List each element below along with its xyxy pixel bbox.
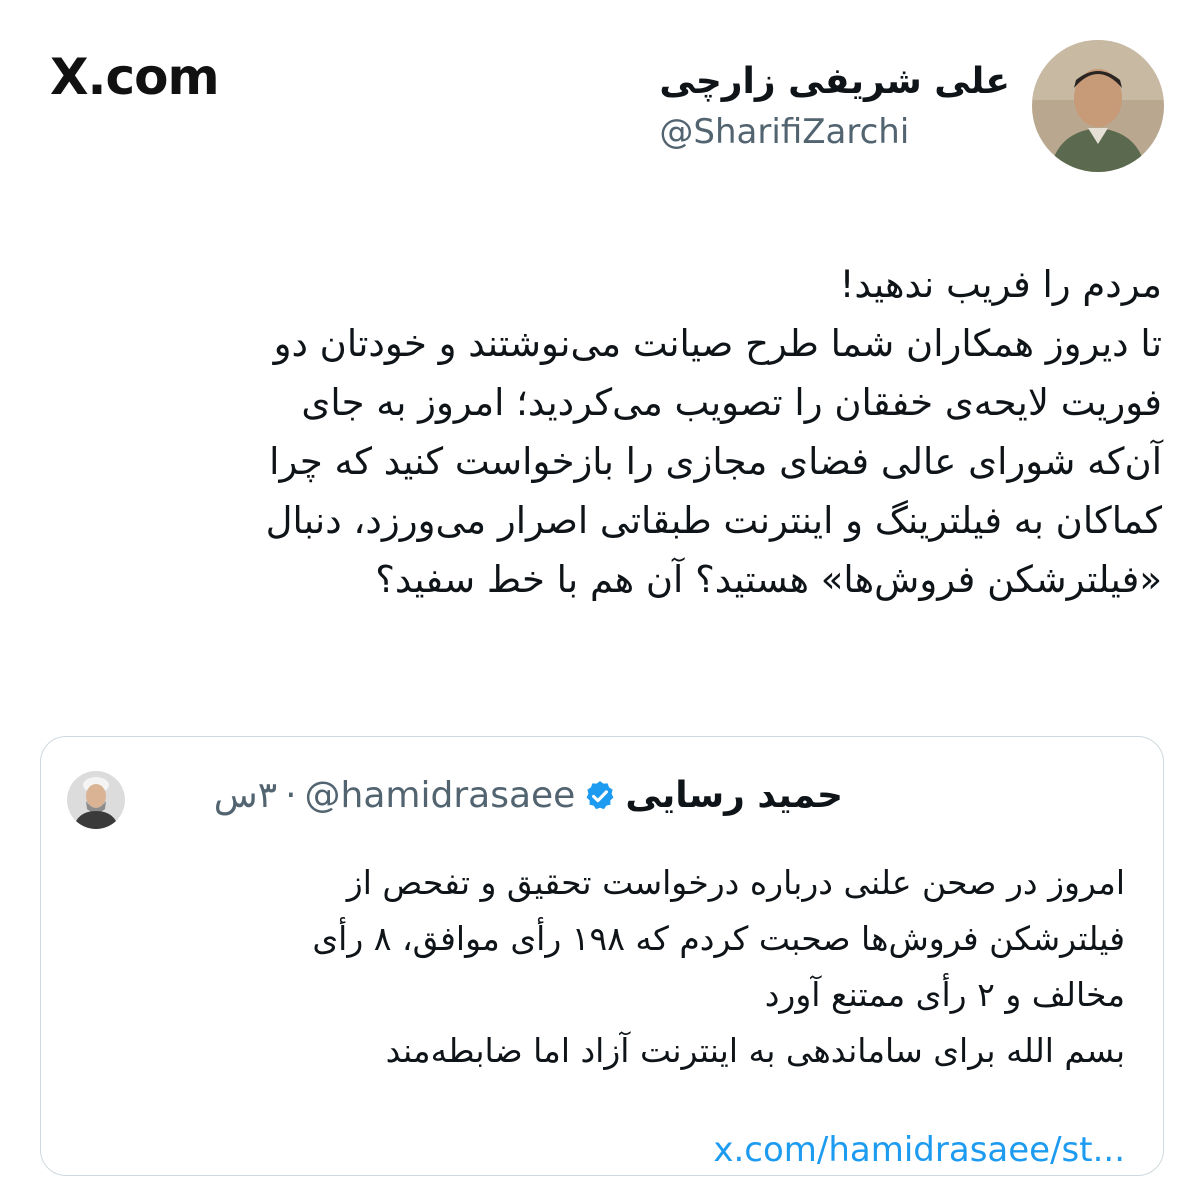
tweet-line: فوریت لایحه‌ی خفقان را تصویب می‌کردید؛ ا… — [301, 381, 1162, 424]
author-name[interactable]: علی شریفی زارچی — [659, 60, 1010, 103]
verified-badge-icon — [583, 779, 617, 813]
tweet-line: «فیلترشکن فروش‌ها» هستید؟ آن هم با خط سف… — [375, 558, 1162, 601]
tweet-line: کماکان به فیلترینگ و اینترنت طبقاتی اصرا… — [265, 499, 1162, 542]
quoted-tweet[interactable]: حمید رسایی @hamidrasaee · ۳س امروز در صح… — [40, 736, 1164, 1176]
author-avatar-image — [1032, 40, 1164, 172]
tweet-line: مردم را فریب ندهید! — [839, 263, 1162, 306]
author-handle[interactable]: @SharifiZarchi — [659, 112, 909, 152]
quoted-line: فیلترشکن فروش‌ها صحبت کردم که ۱۹۸ رأی مو… — [312, 919, 1125, 958]
quoted-avatar-image — [67, 771, 125, 829]
quoted-timestamp[interactable]: ۳س — [214, 775, 277, 816]
quoted-author-handle[interactable]: @hamidrasaee — [305, 775, 576, 816]
tweet-author[interactable]: علی شریفی زارچی @SharifiZarchi — [659, 40, 1164, 172]
quoted-line: بسم الله برای ساماندهی به اینترنت آزاد ا… — [385, 1031, 1125, 1070]
tweet-line: آن‌که شورای عالی فضای مجازی را بازخواست … — [269, 440, 1162, 483]
quoted-text: امروز در صحن علنی درباره درخواست تحقیق و… — [121, 855, 1125, 1079]
quoted-line: مخالف و ۲ رأی ممتنع آورد — [764, 975, 1125, 1014]
quoted-header: حمید رسایی @hamidrasaee · ۳س — [214, 775, 843, 816]
quoted-avatar[interactable] — [67, 771, 125, 829]
tweet-line: تا دیروز همکاران شما طرح صیانت می‌نوشتند… — [273, 322, 1162, 365]
quoted-line: امروز در صحن علنی درباره درخواست تحقیق و… — [346, 863, 1125, 902]
tweet-text: مردم را فریب ندهید! تا دیروز همکاران شما… — [38, 255, 1162, 609]
separator-dot: · — [285, 775, 297, 816]
avatar[interactable] — [1032, 40, 1164, 172]
brand-logo: X.com — [50, 48, 220, 106]
quoted-link[interactable]: x.com/hamidrasaee/st... — [713, 1133, 1125, 1167]
quoted-author-name[interactable]: حمید رسایی — [625, 775, 843, 816]
